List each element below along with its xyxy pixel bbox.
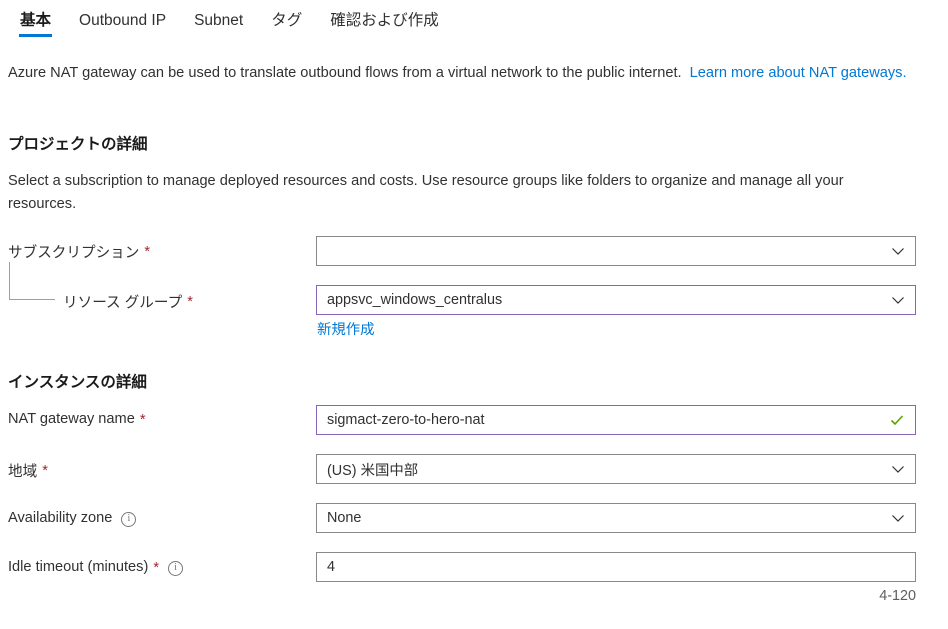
- tab-review-create-label: 確認および作成: [330, 12, 439, 29]
- tab-subnet-label: Subnet: [194, 12, 244, 29]
- subscription-required-marker: *: [144, 244, 151, 261]
- idle-timeout-required-marker: *: [153, 559, 160, 576]
- tab-subnet[interactable]: Subnet: [180, 0, 257, 44]
- idle-timeout-input[interactable]: 4: [316, 552, 916, 582]
- tab-basics[interactable]: 基本: [6, 0, 65, 44]
- availability-zone-value: None: [327, 510, 362, 526]
- valid-check-icon: [889, 412, 905, 428]
- tab-outbound-ip[interactable]: Outbound IP: [65, 0, 180, 44]
- tab-review-create[interactable]: 確認および作成: [316, 0, 453, 44]
- intro-paragraph: Azure NAT gateway can be used to transla…: [8, 62, 918, 84]
- idle-timeout-label-text: Idle timeout (minutes): [8, 559, 149, 575]
- idle-timeout-label: Idle timeout (minutes) * i: [8, 559, 184, 576]
- nat-gateway-name-value: sigmact-zero-to-hero-nat: [327, 412, 485, 428]
- chevron-down-icon: [891, 462, 905, 476]
- availability-zone-label: Availability zone i: [8, 510, 137, 527]
- subscription-dropdown[interactable]: [316, 236, 916, 266]
- nat-gateway-name-label: NAT gateway name *: [8, 411, 146, 427]
- region-required-marker: *: [42, 463, 48, 480]
- intro-text: Azure NAT gateway can be used to transla…: [8, 65, 682, 81]
- chevron-down-icon: [891, 511, 905, 525]
- tab-strip: 基本 Outbound IP Subnet タグ 確認および作成: [0, 0, 948, 48]
- info-icon[interactable]: i: [121, 511, 137, 527]
- instance-details-heading: インスタンスの詳細: [8, 374, 147, 391]
- resource-group-label-text: リソース グループ: [63, 295, 183, 311]
- region-dropdown[interactable]: (US) 米国中部: [316, 454, 916, 484]
- resource-group-label: リソース グループ *: [63, 291, 193, 312]
- nat-gateway-name-input[interactable]: sigmact-zero-to-hero-nat: [316, 405, 916, 435]
- idle-timeout-value: 4: [327, 559, 336, 575]
- resource-group-required-marker: *: [187, 294, 193, 311]
- learn-more-link[interactable]: Learn more about NAT gateways.: [690, 62, 907, 84]
- tab-outbound-ip-label: Outbound IP: [79, 12, 167, 29]
- availability-zone-label-text: Availability zone: [8, 510, 113, 526]
- chevron-down-icon: [891, 293, 905, 307]
- resource-group-value: appsvc_windows_centralus: [327, 292, 503, 308]
- region-label-text: 地域: [8, 464, 38, 480]
- availability-zone-dropdown[interactable]: None: [316, 503, 916, 533]
- chevron-down-icon: [891, 244, 905, 258]
- region-label: 地域 *: [8, 460, 48, 481]
- resource-group-dropdown[interactable]: appsvc_windows_centralus: [316, 285, 916, 315]
- project-details-description: Select a subscription to manage deployed…: [8, 173, 844, 212]
- nat-gateway-name-label-text: NAT gateway name: [8, 411, 135, 427]
- nat-gateway-name-required-marker: *: [139, 411, 146, 428]
- info-icon[interactable]: i: [168, 560, 184, 576]
- tab-tags-label: タグ: [271, 12, 303, 29]
- hierarchy-connector: [9, 262, 55, 300]
- project-details-heading: プロジェクトの詳細: [8, 136, 148, 153]
- tab-tags[interactable]: タグ: [257, 0, 316, 44]
- subscription-label: サブスクリプション *: [8, 241, 150, 262]
- subscription-label-text: サブスクリプション: [8, 245, 140, 261]
- tab-basics-label: 基本: [20, 12, 52, 29]
- create-new-resource-group-link[interactable]: 新規作成: [317, 318, 375, 339]
- region-value: (US) 米国中部: [327, 462, 419, 479]
- idle-timeout-range-hint: 4-120: [879, 588, 916, 604]
